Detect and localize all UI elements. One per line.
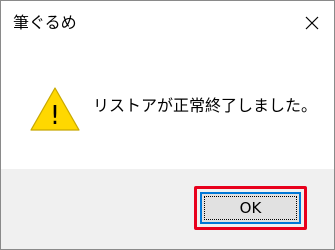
close-button[interactable] — [288, 1, 334, 45]
svg-text:!: ! — [50, 101, 60, 131]
close-icon — [305, 16, 319, 30]
dialog-title: 筆ぐるめ — [13, 13, 77, 32]
message-area: ! リストアが正常終了しました。 — [1, 45, 334, 169]
warning-icon: ! — [30, 87, 80, 131]
ok-button[interactable]: OK — [200, 192, 301, 224]
ok-button-label: OK — [239, 199, 262, 217]
button-bar: OK — [1, 169, 334, 249]
title-bar: 筆ぐるめ — [1, 1, 334, 45]
message-dialog: 筆ぐるめ ! リストアが正常終了しました。 OK — [0, 0, 335, 250]
message-text: リストアが正常終了しました。 — [93, 96, 318, 115]
